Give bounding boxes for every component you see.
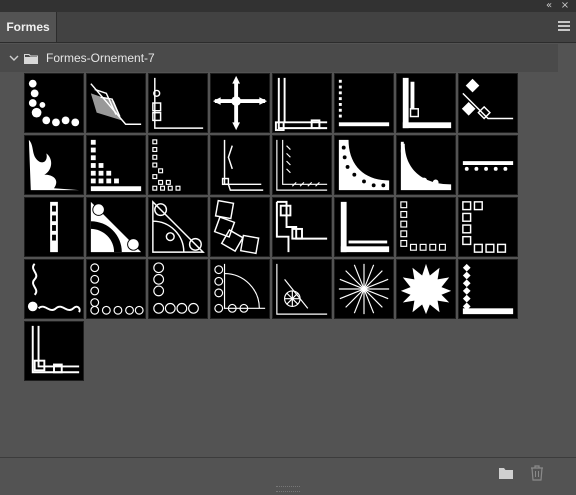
- shape-thumbnail[interactable]: [458, 135, 518, 195]
- group-name: Formes-Ornement-7: [46, 51, 155, 65]
- shape-thumbnail[interactable]: [272, 135, 332, 195]
- shape-thumbnail[interactable]: [86, 197, 146, 257]
- shape-thumbnail[interactable]: [458, 73, 518, 133]
- shape-thumbnail[interactable]: [148, 197, 208, 257]
- chevron-down-icon[interactable]: [8, 52, 20, 64]
- shape-thumbnail[interactable]: [86, 73, 146, 133]
- shape-thumbnail[interactable]: [86, 259, 146, 319]
- shape-thumbnail[interactable]: [24, 321, 84, 381]
- panel-footer: [0, 457, 576, 495]
- shape-thumbnail[interactable]: [86, 135, 146, 195]
- shape-thumbnail[interactable]: [458, 197, 518, 257]
- shape-thumbnail[interactable]: [210, 259, 270, 319]
- tab-formes[interactable]: Formes: [0, 12, 57, 42]
- shape-thumbnail[interactable]: [396, 197, 456, 257]
- shape-thumbnail[interactable]: [334, 135, 394, 195]
- shape-thumbnail[interactable]: [396, 73, 456, 133]
- folder-icon: [24, 54, 38, 64]
- shape-group-row[interactable]: Formes-Ornement-7: [0, 44, 558, 72]
- trash-icon[interactable]: [530, 465, 544, 481]
- shape-thumbnail[interactable]: [24, 73, 84, 133]
- shape-thumbnail[interactable]: [334, 73, 394, 133]
- shape-thumbnail[interactable]: [148, 73, 208, 133]
- close-panel-button[interactable]: ×: [558, 0, 572, 12]
- shape-thumbnail[interactable]: [396, 259, 456, 319]
- shape-thumbnail[interactable]: [24, 135, 84, 195]
- folder-icon[interactable]: [498, 466, 514, 480]
- shape-thumbnail[interactable]: [148, 135, 208, 195]
- collapse-panel-button[interactable]: «: [542, 0, 556, 12]
- shape-thumbnail[interactable]: [148, 259, 208, 319]
- panel-top-strip: « ×: [0, 0, 576, 12]
- shape-thumbnail[interactable]: [272, 197, 332, 257]
- shape-thumbnail[interactable]: [396, 135, 456, 195]
- shape-thumbnail[interactable]: [334, 197, 394, 257]
- resize-grip[interactable]: [276, 486, 300, 492]
- shape-thumbnail[interactable]: [210, 73, 270, 133]
- shape-thumbnail[interactable]: [24, 197, 84, 257]
- shape-thumbnail[interactable]: [210, 197, 270, 257]
- hamburger-icon[interactable]: [558, 21, 570, 33]
- shape-thumbnail[interactable]: [334, 259, 394, 319]
- shape-thumbnail[interactable]: [458, 259, 518, 319]
- shape-thumbnail[interactable]: [272, 259, 332, 319]
- shape-thumbnail[interactable]: [24, 259, 84, 319]
- shape-thumbnail[interactable]: [272, 73, 332, 133]
- shape-thumbnail[interactable]: [210, 135, 270, 195]
- panel-tab-bar: Formes: [0, 12, 576, 43]
